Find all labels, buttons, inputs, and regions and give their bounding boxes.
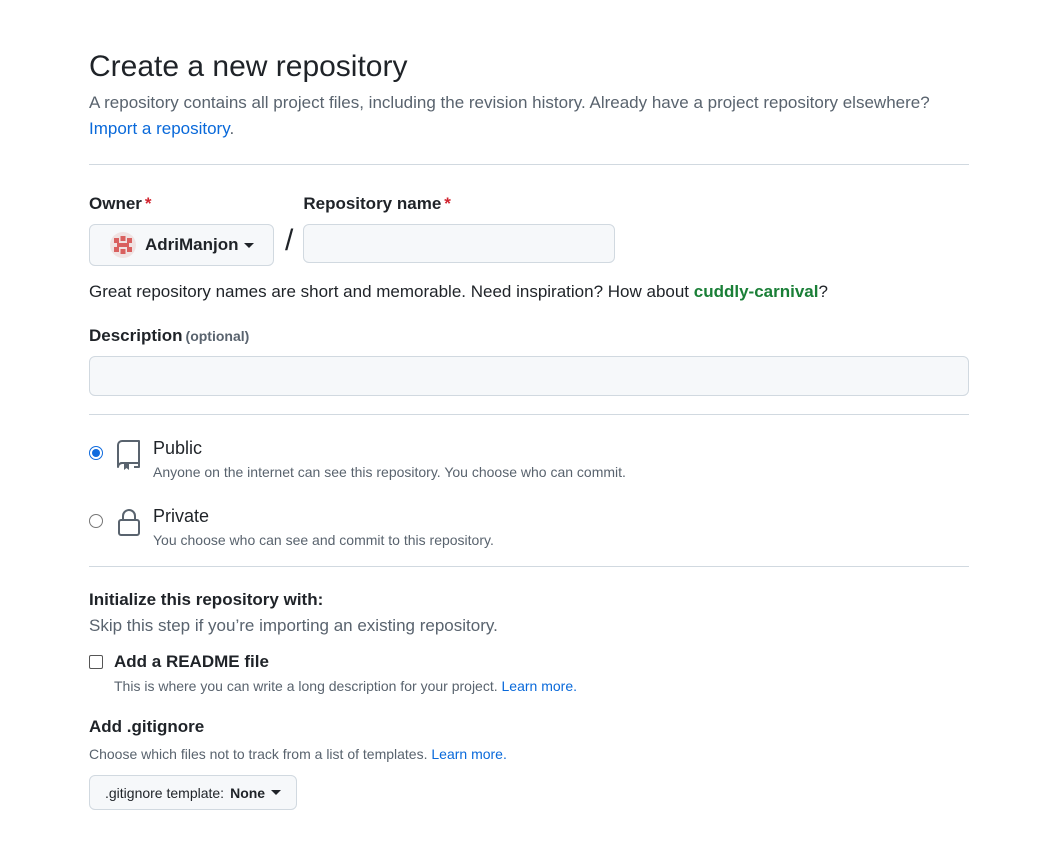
public-title: Public	[153, 438, 203, 458]
initialize-subtitle: Skip this step if you’re importing an ex…	[89, 616, 498, 635]
chevron-down-icon	[271, 790, 282, 795]
gitignore-learn-more-link[interactable]: Learn more.	[431, 746, 506, 762]
gitignore-select-wrapper: .gitignore template: None	[89, 775, 969, 810]
description-input[interactable]	[89, 356, 969, 396]
import-link-suffix: .	[229, 119, 235, 138]
private-desc: You choose who can see and commit to thi…	[153, 532, 494, 548]
optional-note: (optional)	[185, 328, 250, 344]
repo-name-label-text: Repository name	[303, 194, 442, 213]
gitignore-desc-text: Choose which files not to track from a l…	[89, 746, 428, 762]
gitignore-button-prefix: .gitignore template:	[105, 784, 225, 801]
readme-option[interactable]: Add a README file This is where you can …	[89, 650, 969, 706]
readme-title: Add a README file	[114, 652, 269, 671]
visibility-option-private[interactable]: Private You choose who can see and commi…	[89, 506, 969, 567]
name-suggestion-link[interactable]: cuddly-carnival	[694, 282, 819, 301]
description-label: Description (optional)	[89, 324, 969, 348]
owner-label-text: Owner	[89, 194, 142, 213]
subtitle-text: A repository contains all project files,…	[89, 93, 930, 112]
user-avatar-icon	[110, 232, 136, 258]
new-repository-form: Create a new repository A repository con…	[89, 48, 969, 810]
name-hint-text: Great repository names are short and mem…	[89, 282, 694, 301]
lock-icon	[118, 509, 140, 536]
page-title: Create a new repository	[89, 50, 408, 83]
name-hint: Great repository names are short and mem…	[89, 280, 969, 304]
owner-repo-separator: /	[285, 224, 294, 257]
repo-name-label: Repository name *	[303, 192, 615, 216]
gitignore-template-button[interactable]: .gitignore template: None	[89, 775, 298, 810]
initialize-title: Initialize this repository with:	[89, 590, 324, 609]
repo-icon	[117, 440, 140, 470]
chevron-down-icon	[243, 242, 254, 248]
repo-name-field: Repository name *	[303, 192, 616, 263]
required-mark: *	[444, 194, 451, 213]
readme-learn-more-link[interactable]: Learn more.	[502, 678, 577, 694]
gitignore-title: Add .gitignore	[89, 717, 205, 736]
private-title: Private	[153, 506, 210, 526]
gitignore-button-value: None	[230, 784, 266, 801]
repo-name-input[interactable]	[303, 224, 616, 263]
new-repository-page: Create a new repository A repository con…	[0, 0, 1062, 845]
owner-field: Owner * AdriManjon	[89, 192, 274, 266]
visibility-option-public[interactable]: Public Anyone on the internet can see th…	[89, 438, 969, 499]
divider	[89, 164, 969, 165]
readme-desc: This is where you can write a long descr…	[114, 676, 577, 696]
name-hint-suffix: ?	[818, 282, 828, 301]
page-subtitle: A repository contains all project files,…	[89, 90, 969, 142]
gitignore-desc: Choose which files not to track from a l…	[89, 744, 969, 764]
description-label-text: Description	[89, 326, 183, 345]
public-desc: Anyone on the internet can see this repo…	[153, 464, 626, 480]
private-radio[interactable]	[89, 514, 103, 528]
readme-desc-text: This is where you can write a long descr…	[114, 678, 498, 694]
owner-name: AdriManjon	[145, 235, 239, 254]
required-mark: *	[144, 194, 152, 213]
public-radio[interactable]	[89, 446, 103, 460]
divider	[89, 414, 969, 415]
owner-repo-row: Owner * AdriManjon / Repository name *	[89, 192, 969, 266]
owner-label: Owner *	[89, 192, 274, 216]
readme-checkbox[interactable]	[89, 655, 103, 669]
owner-select-button[interactable]: AdriManjon	[89, 224, 274, 266]
import-repository-link[interactable]: Import a repository	[89, 119, 229, 138]
